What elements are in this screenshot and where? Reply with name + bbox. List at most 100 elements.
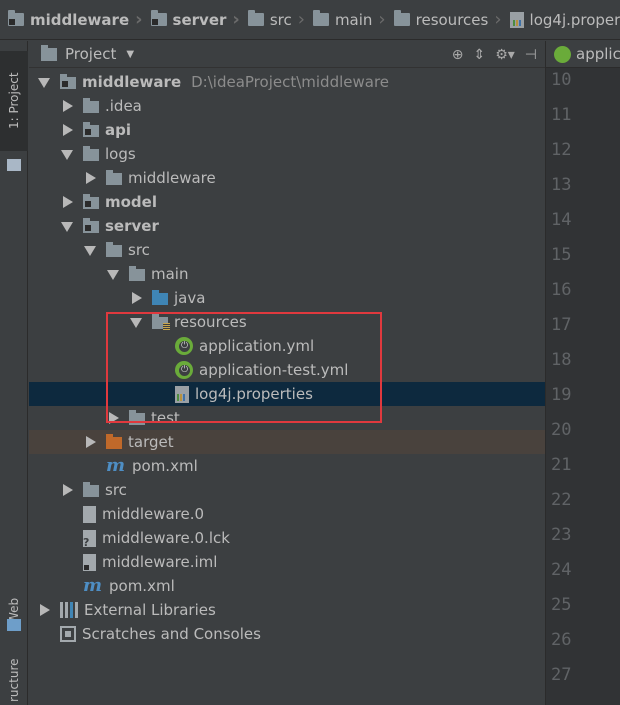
tree-node-label: middleware [128,169,216,187]
editor-tab[interactable]: applic [546,41,620,68]
hide-icon[interactable]: ⊣ [525,47,537,63]
structure-tool-tab[interactable]: ructure [0,656,28,705]
tree-node[interactable]: middleware D:\ideaProject\middleware [29,70,545,94]
chevron-right-icon: › [494,9,502,30]
chevron-down-icon[interactable]: ▼ [126,49,134,60]
tree-node[interactable]: Scratches and Consoles [29,622,545,646]
globe-icon[interactable]: ⊕ [452,47,464,63]
tree-node[interactable]: src [29,478,545,502]
editor-area: applic 10 11 12 13 14 15 16 17 18 19 20 21 22 23 24 25 2… [545,41,620,705]
tree-node-label: middleware.0 [102,505,205,523]
tree-node-label: middleware.iml [102,553,218,571]
tree-node-label: .idea [105,97,142,115]
project-tool-tab[interactable]: 1: Project [0,51,28,151]
collapsed-arrow-icon[interactable] [83,435,97,449]
gear-icon[interactable]: ⚙▾ [495,47,515,63]
expanded-arrow-icon[interactable] [129,315,143,329]
line-number: 25 [551,595,572,615]
tree-node[interactable]: External Libraries [29,598,545,622]
expanded-arrow-icon[interactable] [83,243,97,257]
tree-node[interactable]: log4j.properties [29,382,545,406]
module-folder-icon [83,194,99,209]
tree-node-label: server [105,217,159,235]
resources-folder-icon [152,314,170,331]
collapsed-arrow-icon[interactable] [60,483,74,497]
tree-node[interactable]: middleware.0.lck [29,526,545,550]
panel-title[interactable]: Project [65,45,116,63]
chevron-right-icon: › [135,9,143,30]
expanded-arrow-icon[interactable] [106,267,120,281]
breadcrumb-item[interactable]: server › [150,0,248,39]
tree-node[interactable]: test [29,406,545,430]
breadcrumb-label: src [269,10,292,29]
tree-node[interactable]: target [29,430,545,454]
tree-node[interactable]: middleware.iml [29,550,545,574]
tree-node[interactable]: server [29,214,545,238]
expanded-arrow-icon[interactable] [60,219,74,233]
breadcrumb-item[interactable]: src › [247,0,313,39]
folder-icon [247,10,264,26]
tree-node[interactable]: logs [29,142,545,166]
breadcrumb-label: main [334,10,373,29]
tree-node[interactable]: .idea [29,94,545,118]
breadcrumb-label: server [172,10,227,29]
properties-file-icon [175,385,189,403]
resources-folder-icon [393,10,410,26]
line-number: 22 [551,490,572,510]
project-path: D:\ideaProject\middleware [191,73,390,91]
excluded-folder-icon [106,434,122,449]
line-number: 24 [551,560,572,580]
breadcrumb-item[interactable]: log4j.properties [509,0,620,39]
line-number: 14 [551,210,572,230]
tree-node[interactable]: middleware [29,166,545,190]
tree-node-label: resources [174,313,247,331]
tree-node[interactable]: m pom.xml [29,454,545,478]
collapsed-arrow-icon[interactable] [106,411,120,425]
breadcrumb-item[interactable]: main › [312,0,394,39]
collapsed-arrow-icon[interactable] [83,171,97,185]
collapsed-arrow-icon[interactable] [60,123,74,137]
collapsed-arrow-icon[interactable] [129,291,143,305]
tool-window-stripe: 1: Project Web ructure [0,41,28,705]
expanded-arrow-icon[interactable] [60,147,74,161]
line-number: 10 [551,70,572,90]
collapse-icon[interactable]: ⇕ [473,47,485,63]
collapsed-arrow-icon[interactable] [60,195,74,209]
module-folder-icon [150,10,167,26]
tree-node[interactable]: model [29,190,545,214]
chevron-right-icon: › [378,9,386,30]
collapsed-arrow-icon[interactable] [37,603,51,617]
tree-node-label: External Libraries [84,601,216,619]
collapsed-arrow-icon[interactable] [60,99,74,113]
tree-node[interactable]: m pom.xml [29,574,545,598]
iml-file-icon [83,553,96,571]
tree-node-label: api [105,121,132,139]
breadcrumb-label: log4j.properties [529,10,620,29]
line-number: 19 [551,385,572,405]
tree-node[interactable]: main [29,262,545,286]
tree-node[interactable]: java [29,286,545,310]
chevron-right-icon: › [232,9,240,30]
breadcrumb-item[interactable]: resources › [393,0,510,39]
expanded-arrow-icon[interactable] [37,75,51,89]
project-tool-tab-label: 1: Project [7,72,21,130]
tree-node[interactable]: src [29,238,545,262]
folder-icon [312,10,329,26]
tree-node[interactable]: application-test.yml [29,358,545,382]
maven-icon: m [106,454,126,476]
structure-tool-tab-label: ructure [7,658,21,703]
library-icon [60,602,78,618]
breadcrumb-item[interactable]: middleware › [8,0,151,39]
tree-node[interactable]: resources [29,310,545,334]
tree-node[interactable]: api [29,118,545,142]
maven-icon: m [83,574,103,596]
line-number: 13 [551,175,572,195]
tree-node-label: model [105,193,157,211]
tree-node[interactable]: application.yml [29,334,545,358]
tree-node[interactable]: middleware.0 [29,502,545,526]
tree-node-label: logs [105,145,136,163]
tree-node-label: main [151,265,189,283]
tree-node-label: pom.xml [109,577,175,595]
